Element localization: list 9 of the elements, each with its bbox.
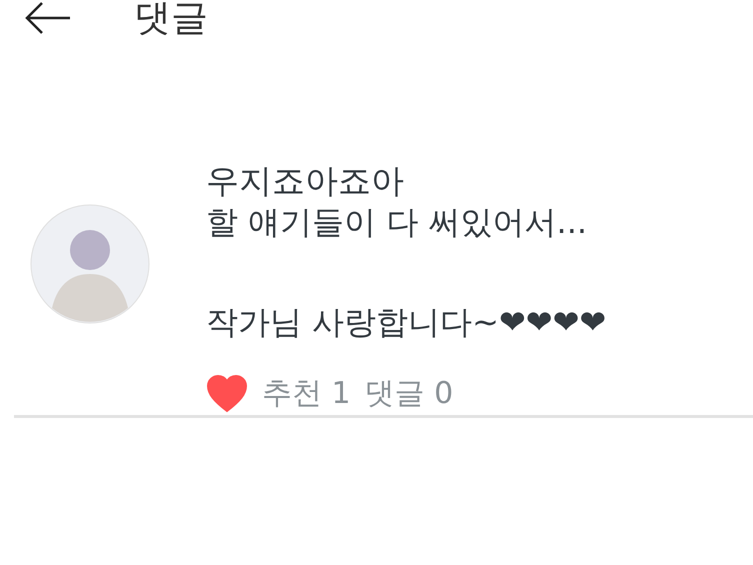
comment-text: 작가님 사랑합니다~❤❤❤❤ — [206, 302, 606, 343]
replies-count[interactable]: 댓글 0 — [364, 373, 454, 414]
back-arrow-icon[interactable] — [24, 2, 72, 34]
comment-text: 할 얘기들이 다 써있어서... — [206, 202, 588, 243]
page-title: 댓글 — [134, 0, 208, 41]
heart-icon[interactable] — [206, 374, 248, 412]
avatar-icon — [30, 204, 150, 324]
likes-count: 추천 1 — [262, 375, 351, 413]
comment-author: 우지죠아죠아 — [206, 161, 405, 201]
